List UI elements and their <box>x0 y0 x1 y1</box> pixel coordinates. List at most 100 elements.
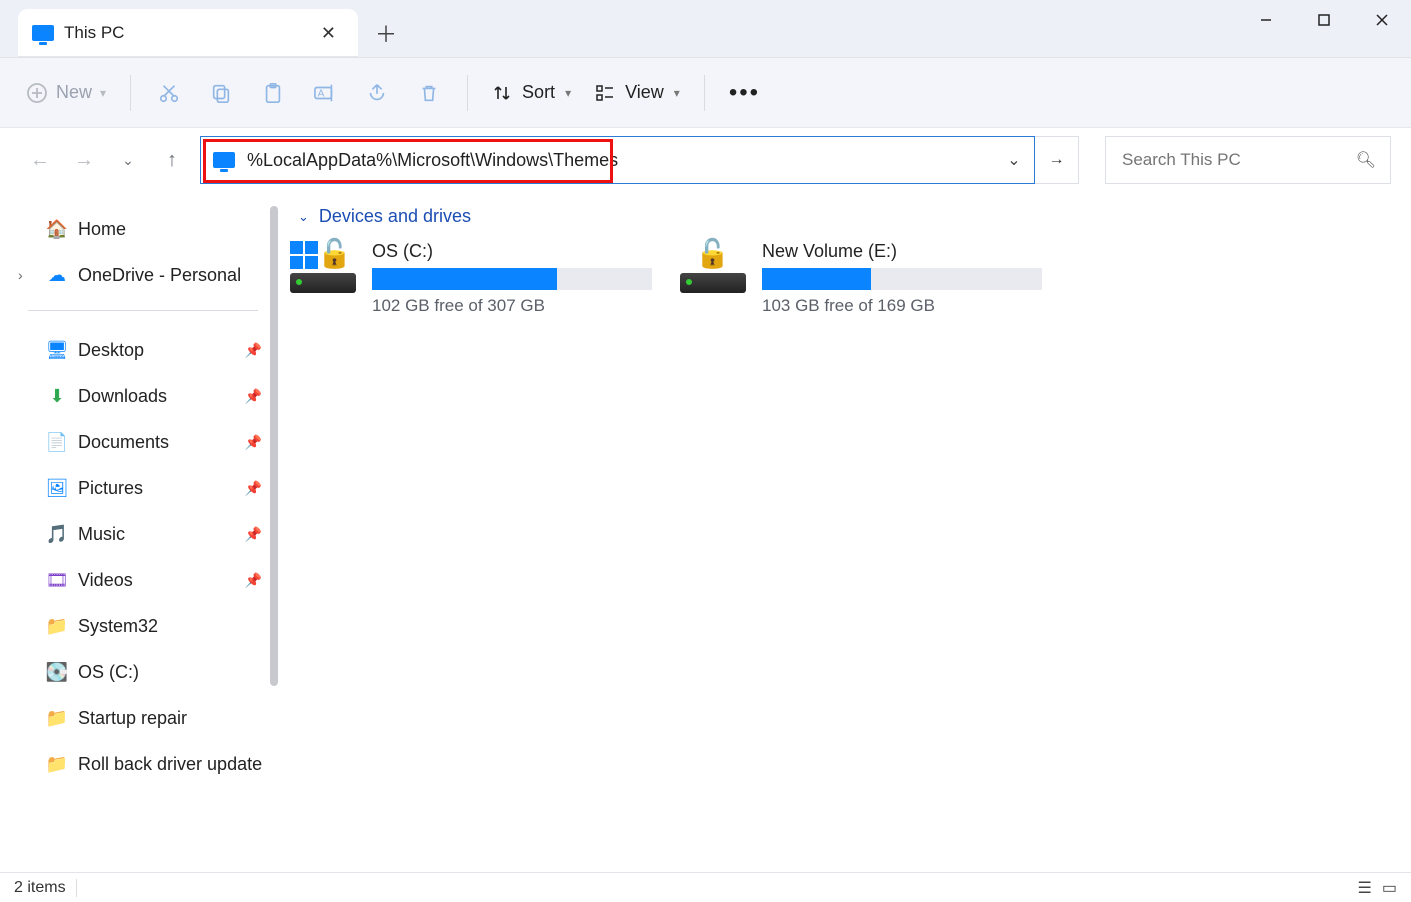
group-header-devices[interactable]: ⌄ Devices and drives <box>290 206 1399 227</box>
pin-icon: 📌 <box>245 480 262 497</box>
window-controls <box>1237 0 1411 40</box>
this-pc-icon <box>32 25 54 41</box>
address-bar[interactable]: ⌄ <box>200 136 1035 184</box>
sidebar-item-system32[interactable]: 📁 System32 <box>0 603 278 649</box>
more-button[interactable]: ••• <box>729 79 760 107</box>
separator <box>130 75 131 111</box>
sidebar-item-desktop[interactable]: 🖥 Desktop 📌 <box>0 327 278 373</box>
separator <box>704 75 705 111</box>
sidebar-item-startup-repair[interactable]: 📁 Startup repair <box>0 695 278 741</box>
separator <box>467 75 468 111</box>
drive-name: OS (C:) <box>372 241 660 262</box>
cut-button[interactable] <box>155 79 183 107</box>
address-input[interactable] <box>245 149 982 172</box>
drive-icon: 🔓 <box>680 241 750 295</box>
sidebar-item-rollback[interactable]: 📁 Roll back driver update <box>0 741 278 787</box>
title-bar: This PC ✕ ＋ <box>0 0 1411 58</box>
up-button[interactable]: ↑ <box>156 144 188 176</box>
close-window-button[interactable] <box>1353 0 1411 40</box>
back-button[interactable]: ← <box>24 144 56 176</box>
maximize-button[interactable] <box>1295 0 1353 40</box>
paste-button[interactable] <box>259 79 287 107</box>
new-button-label: New <box>56 82 92 103</box>
sidebar-item-label: Home <box>78 219 126 240</box>
sidebar-item-onedrive[interactable]: › ☁ OneDrive - Personal <box>0 252 278 298</box>
forward-button[interactable]: → <box>68 144 100 176</box>
sidebar-item-pictures[interactable]: 🖼 Pictures 📌 <box>0 465 278 511</box>
sidebar-item-videos[interactable]: 🎞 Videos 📌 <box>0 557 278 603</box>
sidebar-item-label: Pictures <box>78 478 143 499</box>
pin-icon: 📌 <box>245 526 262 543</box>
search-box[interactable]: 🔍︎ <box>1105 136 1391 184</box>
cloud-icon: ☁ <box>46 264 68 286</box>
drive-os-c[interactable]: 🔓 OS (C:) 102 GB free of 307 GB <box>290 241 660 316</box>
chevron-right-icon[interactable]: › <box>18 267 23 283</box>
copy-button[interactable] <box>207 79 235 107</box>
desktop-icon: 🖥 <box>46 339 68 361</box>
share-icon <box>366 82 388 104</box>
separator <box>76 879 77 897</box>
sidebar-item-label: Roll back driver update <box>78 754 262 775</box>
drives-container: 🔓 OS (C:) 102 GB free of 307 GB 🔓 New Vo… <box>290 241 1399 316</box>
drive-new-volume-e[interactable]: 🔓 New Volume (E:) 103 GB free of 169 GB <box>680 241 1050 316</box>
tiles-view-button[interactable]: ▭ <box>1382 878 1397 898</box>
sidebar-item-home[interactable]: 🏠 Home <box>0 206 278 252</box>
chevron-down-icon: ⌄ <box>298 209 309 225</box>
delete-button[interactable] <box>415 79 443 107</box>
folder-icon: 📁 <box>46 615 68 637</box>
pin-icon: 📌 <box>245 572 262 589</box>
status-text: 2 items <box>14 879 66 897</box>
go-button[interactable]: → <box>1035 136 1079 184</box>
folder-icon: 📁 <box>46 707 68 729</box>
capacity-fill <box>762 268 871 290</box>
sidebar-item-label: Music <box>78 524 125 545</box>
new-button[interactable]: New ▾ <box>26 82 106 104</box>
toolbar: New ▾ A Sort ▾ View ▾ ••• <box>0 58 1411 128</box>
tab-this-pc[interactable]: This PC ✕ <box>18 9 358 57</box>
tab-close-button[interactable]: ✕ <box>313 19 344 48</box>
sort-button-label: Sort <box>522 82 555 103</box>
details-view-button[interactable]: ☰ <box>1358 878 1372 898</box>
sort-button[interactable]: Sort ▾ <box>492 82 571 103</box>
sidebar-item-music[interactable]: 🎵 Music 📌 <box>0 511 278 557</box>
search-input[interactable] <box>1120 149 1356 171</box>
chevron-down-icon: ▾ <box>674 86 680 100</box>
clipboard-icon <box>262 82 284 104</box>
new-tab-button[interactable]: ＋ <box>366 13 406 53</box>
videos-icon: 🎞 <box>46 569 68 591</box>
sidebar-item-label: Startup repair <box>78 708 187 729</box>
rename-button[interactable]: A <box>311 79 339 107</box>
pin-icon: 📌 <box>245 342 262 359</box>
sidebar-item-label: OS (C:) <box>78 662 139 683</box>
sidebar-item-label: Downloads <box>78 386 167 407</box>
drive-info: New Volume (E:) 103 GB free of 169 GB <box>762 241 1050 316</box>
sidebar-item-documents[interactable]: 📄 Documents 📌 <box>0 419 278 465</box>
view-button[interactable]: View ▾ <box>595 82 680 103</box>
address-history-button[interactable]: ⌄ <box>994 137 1034 183</box>
music-icon: 🎵 <box>46 523 68 545</box>
drive-name: New Volume (E:) <box>762 241 1050 262</box>
download-icon: ⬇ <box>46 385 68 407</box>
drive-icon: 💽 <box>46 661 68 683</box>
pictures-icon: 🖼 <box>46 477 68 499</box>
search-icon: 🔍︎ <box>1356 150 1376 170</box>
content-area: 🏠 Home › ☁ OneDrive - Personal 🖥 Desktop… <box>0 192 1411 872</box>
padlock-icon: 🔓 <box>695 237 730 270</box>
sidebar-item-downloads[interactable]: ⬇ Downloads 📌 <box>0 373 278 419</box>
minimize-button[interactable] <box>1237 0 1295 40</box>
share-button[interactable] <box>363 79 391 107</box>
windows-logo-icon <box>290 241 318 269</box>
sidebar-item-label: System32 <box>78 616 158 637</box>
drive-freespace: 102 GB free of 307 GB <box>372 296 660 316</box>
chevron-down-icon: ▾ <box>100 86 106 100</box>
capacity-fill <box>372 268 557 290</box>
trash-icon <box>418 82 440 104</box>
recent-locations-button[interactable]: ⌄ <box>112 144 144 176</box>
sidebar-item-os-c[interactable]: 💽 OS (C:) <box>0 649 278 695</box>
scrollbar[interactable] <box>270 206 278 686</box>
view-toggle-group: ☰ ▭ <box>1358 878 1397 898</box>
copy-icon <box>210 82 232 104</box>
tab-title: This PC <box>64 23 124 43</box>
main-panel: ⌄ Devices and drives 🔓 OS (C:) 102 GB fr… <box>278 192 1411 872</box>
home-icon: 🏠 <box>46 218 68 240</box>
